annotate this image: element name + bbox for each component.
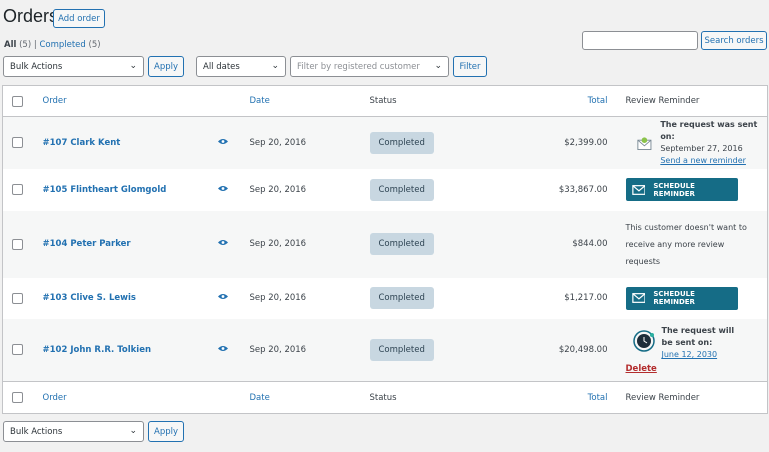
column-total[interactable]: Total [529, 85, 608, 117]
row-checkbox[interactable] [12, 137, 23, 149]
separator: | [33, 40, 37, 50]
table-row: #102 John R.R. Tolkien Sep 20, 2016 Comp… [2, 318, 768, 382]
envelope-sent-icon [636, 137, 651, 150]
order-total: $20,498.00 [558, 344, 608, 355]
table-row: #104 Peter Parker Sep 20, 2016 Completed… [2, 210, 768, 278]
opt-out-text: This customer doesn't want to receive an… [625, 222, 747, 266]
column-total[interactable]: Total [529, 381, 608, 414]
bulk-actions-value: Bulk Actions [10, 61, 63, 72]
status-badge: Completed [369, 178, 434, 201]
column-status: Status [369, 85, 530, 117]
table-header: Order Date Status Total Review Reminder [2, 85, 768, 117]
eye-preview-icon[interactable] [217, 185, 228, 192]
review-reminder-cell: SCHEDULE REMINDER [608, 169, 768, 211]
column-order[interactable]: Order [42, 381, 218, 414]
order-date: Sep 20, 2016 [249, 293, 307, 303]
apply-button[interactable]: Apply [148, 56, 184, 77]
order-link[interactable]: #107 Clark Kent [43, 138, 121, 148]
order-total: $844.00 [572, 239, 608, 249]
eye-preview-icon[interactable] [217, 138, 228, 145]
order-date: Sep 20, 2016 [249, 239, 307, 249]
search-orders-button[interactable]: Search orders [701, 31, 767, 50]
table-row: #107 Clark Kent Sep 20, 2016 Completed $… [2, 116, 768, 169]
row-checkbox[interactable] [12, 184, 23, 195]
page-title: Orders [3, 6, 59, 26]
dates-value: All dates [203, 61, 240, 72]
view-filters: All (5) | Completed (5) [4, 40, 101, 50]
chevron-down-icon: ⌄ [129, 61, 137, 71]
review-sent-label: The request was sent on: [660, 119, 758, 141]
schedule-reminder-button[interactable]: SCHEDULE REMINDER [625, 286, 738, 310]
order-date: Sep 20, 2016 [249, 137, 307, 148]
order-date: Sep 20, 2016 [249, 344, 307, 355]
chevron-down-icon: ⌄ [434, 61, 442, 71]
review-reminder-cell: The request will be sent on: June 12, 203… [608, 319, 768, 382]
review-reminder-cell: This customer doesn't want to receive an… [608, 211, 768, 278]
order-total: $33,867.00 [558, 184, 608, 195]
table-row: #105 Flintheart Glomgold Sep 20, 2016 Co… [3, 169, 768, 211]
dates-select[interactable]: All dates ⌄ [196, 56, 286, 77]
review-sent-date: September 27, 2016 [660, 143, 743, 153]
chevron-down-icon: ⌄ [271, 61, 279, 71]
table-footer: Order Date Status Total Review Reminder [2, 381, 768, 414]
filter-button[interactable]: Filter [453, 56, 487, 77]
envelope-icon [631, 293, 646, 303]
customer-filter-select[interactable]: Filter by registered customer ⌄ [290, 56, 449, 77]
review-reminder-cell: The request was sent on: September 27, 20… [608, 117, 768, 169]
bulk-actions-select[interactable]: Bulk Actions ⌄ [3, 56, 144, 77]
bulk-actions-value: Bulk Actions [10, 426, 63, 437]
review-reminder-cell: SCHEDULE REMINDER [608, 278, 768, 319]
eye-preview-icon[interactable] [217, 345, 228, 352]
select-all-checkbox[interactable] [12, 95, 23, 107]
row-checkbox[interactable] [12, 238, 23, 250]
review-scheduled-label: The request will be sent on: [661, 326, 735, 348]
add-order-button[interactable]: Add order [53, 9, 105, 28]
row-checkbox[interactable] [12, 344, 23, 356]
orders-table: Order Date Status Total Review Reminder … [2, 85, 768, 414]
view-all[interactable]: All [4, 40, 16, 50]
schedule-reminder-button[interactable]: SCHEDULE REMINDER [625, 178, 738, 201]
order-total: $2,399.00 [564, 137, 608, 148]
row-checkbox[interactable] [12, 292, 23, 304]
status-badge: Completed [369, 338, 434, 361]
completed-count: (5) [88, 40, 101, 50]
status-badge: Completed [369, 131, 434, 154]
schedule-reminder-label: SCHEDULE REMINDER [653, 181, 695, 198]
bulk-actions-select-bottom[interactable]: Bulk Actions ⌄ [3, 421, 144, 442]
column-review: Review Reminder [607, 381, 768, 414]
order-date: Sep 20, 2016 [249, 184, 307, 195]
apply-button-bottom[interactable]: Apply [148, 421, 184, 442]
send-new-reminder-link[interactable]: Send a new reminder [660, 156, 746, 165]
column-status: Status [369, 381, 530, 414]
clock-icon [632, 330, 655, 352]
column-date[interactable]: Date [249, 381, 370, 414]
delete-reminder-link[interactable]: Delete [626, 364, 657, 374]
status-badge: Completed [369, 233, 434, 255]
order-link[interactable]: #103 Clive S. Lewis [43, 293, 136, 303]
schedule-reminder-label: SCHEDULE REMINDER [653, 290, 695, 306]
eye-preview-icon[interactable] [217, 293, 228, 300]
chevron-down-icon: ⌄ [129, 426, 137, 436]
column-review: Review Reminder [607, 85, 768, 117]
select-all-checkbox[interactable] [12, 392, 23, 403]
customer-placeholder: Filter by registered customer [297, 61, 420, 72]
view-completed[interactable]: Completed [39, 40, 85, 50]
scheduled-date-link[interactable]: June 12, 2030 [662, 350, 718, 359]
status-badge: Completed [369, 287, 434, 309]
eye-preview-icon[interactable] [217, 239, 228, 246]
all-count: (5) [19, 40, 32, 50]
order-link[interactable]: #105 Flintheart Glomgold [43, 185, 167, 195]
search-input[interactable] [582, 31, 698, 50]
order-total: $1,217.00 [564, 293, 608, 303]
order-link[interactable]: #104 Peter Parker [43, 239, 131, 249]
table-row: #103 Clive S. Lewis Sep 20, 2016 Complet… [3, 278, 768, 319]
envelope-icon [631, 184, 646, 195]
column-order[interactable]: Order [42, 85, 218, 117]
order-link[interactable]: #102 John R.R. Tolkien [43, 345, 152, 355]
column-date[interactable]: Date [249, 85, 370, 117]
